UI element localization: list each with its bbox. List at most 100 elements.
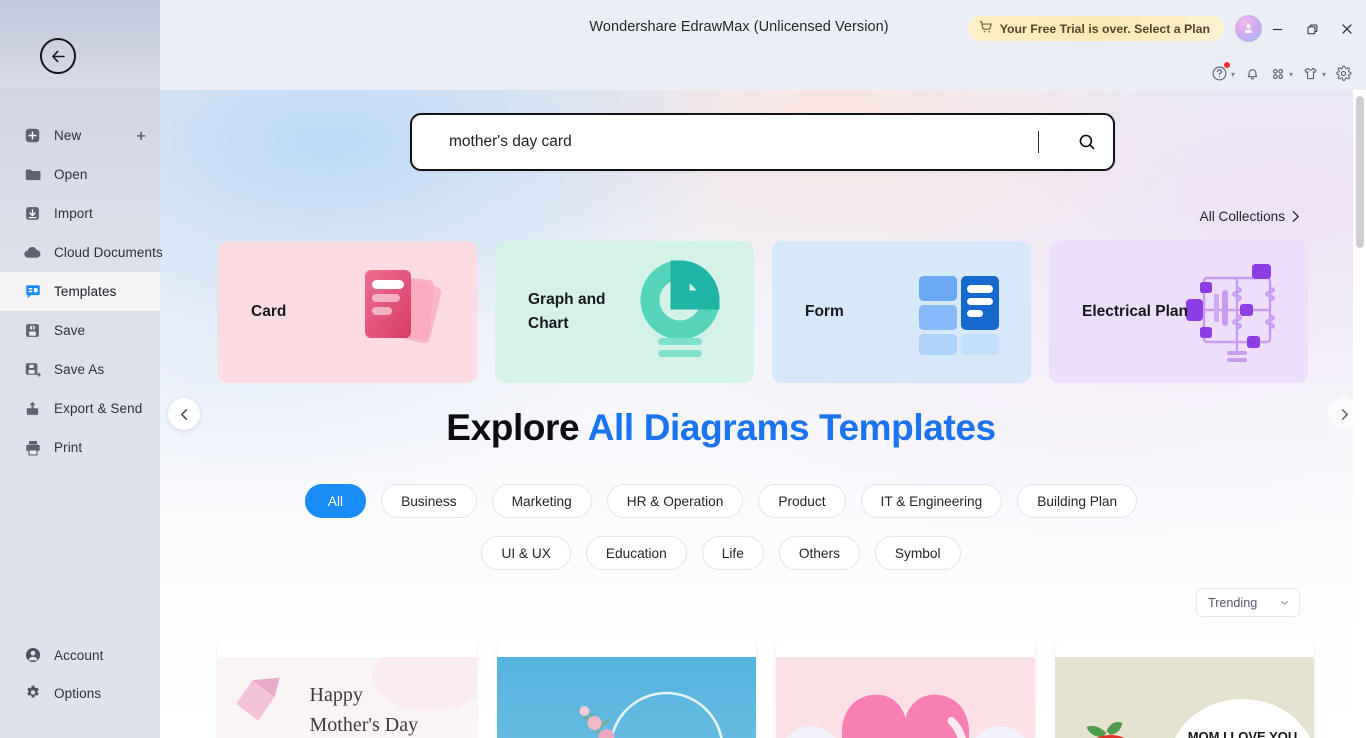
category-card-electrical-plan[interactable]: Electrical Plan: [1049, 241, 1308, 383]
settings-gear-icon[interactable]: [1333, 62, 1354, 85]
search-bar[interactable]: [410, 113, 1115, 171]
filter-pill-education[interactable]: Education: [585, 536, 687, 570]
chevron-right-icon: [1341, 408, 1348, 420]
templates-icon: [23, 282, 42, 301]
sidebar-item-label: Import: [54, 206, 93, 221]
chevron-down-icon: ▾: [1230, 70, 1235, 79]
options-gear-icon: [23, 684, 42, 703]
cart-icon: [979, 20, 993, 37]
sidebar-item-save[interactable]: Save: [0, 311, 160, 350]
all-collections-link[interactable]: All Collections: [1200, 209, 1300, 224]
import-icon: [23, 204, 42, 223]
sidebar-item-options[interactable]: Options: [0, 674, 160, 712]
template-line1: MOM I LOVE YOU: [1188, 729, 1298, 738]
template-thumbnail: Happy: [776, 657, 1035, 738]
trial-banner-label: Your Free Trial is over. Select a Plan: [999, 21, 1210, 36]
pill-label: Building Plan: [1037, 493, 1118, 509]
page-title: Explore All Diagrams Templates: [160, 407, 1324, 449]
theme-shirt-icon[interactable]: ▾: [1300, 62, 1328, 85]
sidebar-main-list: New + Open Import Cloud Documents Templa…: [0, 116, 163, 467]
category-carousel: Card Graph and Chart Form Electrical Pla…: [218, 241, 1308, 383]
search-input[interactable]: [412, 133, 1038, 151]
sort-dropdown[interactable]: Trending: [1196, 588, 1300, 617]
sidebar-item-new[interactable]: New +: [0, 116, 160, 155]
sidebar-item-label: Templates: [54, 284, 117, 299]
filter-pill-it-engineering[interactable]: IT & Engineering: [860, 484, 1003, 518]
category-card-label: Form: [805, 303, 844, 320]
sidebar-item-label: Print: [54, 440, 83, 455]
sidebar-item-label: New: [54, 128, 82, 143]
card-art: [343, 252, 467, 372]
chevron-right-icon: [1292, 211, 1299, 222]
donut-art: [620, 252, 744, 372]
help-icon[interactable]: ▾: [1209, 62, 1237, 85]
filter-pill-life[interactable]: Life: [701, 536, 764, 570]
filter-pill-product[interactable]: Product: [758, 484, 846, 518]
template-card[interactable]: Happy: [497, 638, 756, 738]
category-card-label: Electrical Plan: [1082, 303, 1188, 320]
template-card[interactable]: Happy: [776, 638, 1035, 738]
filter-pill-others[interactable]: Others: [778, 536, 860, 570]
notification-bell-icon[interactable]: [1242, 62, 1263, 85]
filter-pill-symbol[interactable]: Symbol: [874, 536, 961, 570]
pill-label: Symbol: [894, 545, 941, 561]
form-art: [897, 252, 1021, 372]
template-card[interactable]: Happy Mother's Day: [218, 638, 477, 738]
filter-pill-hr-operation[interactable]: HR & Operation: [606, 484, 744, 518]
title-bar: Wondershare EdrawMax (Unlicensed Version…: [160, 0, 1366, 57]
filter-pill-marketing[interactable]: Marketing: [491, 484, 592, 518]
apps-grid-icon[interactable]: ▾: [1268, 63, 1295, 85]
sidebar-item-templates[interactable]: Templates: [0, 272, 160, 311]
filter-pill-building-plan[interactable]: Building Plan: [1017, 484, 1138, 518]
sidebar-bottom-list: Account Options: [0, 636, 160, 712]
explore-accent: All Diagrams Templates: [587, 407, 996, 448]
minimize-button[interactable]: [1264, 16, 1290, 42]
main-content: All Collections Card: [160, 90, 1366, 738]
filter-pill-all[interactable]: All: [304, 484, 367, 518]
back-button[interactable]: [40, 38, 76, 74]
save-icon: [23, 321, 42, 340]
header-icon-row: ▾ ▾ ▾: [1209, 62, 1354, 85]
all-collections-label: All Collections: [1199, 209, 1285, 224]
category-card-graph-and-chart[interactable]: Graph and Chart: [495, 241, 754, 383]
pill-label: Marketing: [511, 493, 572, 509]
sort-value: Trending: [1208, 595, 1258, 610]
avatar[interactable]: [1235, 15, 1262, 42]
sidebar-item-label: Save: [54, 323, 86, 338]
sidebar-item-export-and-send[interactable]: Export & Send: [0, 389, 160, 428]
sidebar-item-open[interactable]: Open: [0, 155, 160, 194]
pill-label: All: [327, 493, 344, 509]
scrollbar-track[interactable]: [1353, 90, 1366, 738]
filter-pill-business[interactable]: Business: [381, 484, 477, 518]
category-card-form[interactable]: Form: [772, 241, 1031, 383]
sidebar-item-account[interactable]: Account: [0, 636, 160, 674]
close-button[interactable]: [1334, 16, 1360, 42]
pill-label: Life: [721, 545, 744, 561]
template-thumbnail: Happy: [497, 657, 756, 738]
category-card-card[interactable]: Card: [218, 241, 477, 383]
cloud-icon: [23, 243, 42, 262]
save-as-icon: [23, 360, 42, 379]
search-button[interactable]: [1061, 116, 1113, 168]
scrollbar-thumb[interactable]: [1356, 96, 1364, 248]
template-line2: Mother's Day: [310, 714, 419, 736]
sidebar-item-label: Export & Send: [54, 401, 143, 416]
sidebar-item-cloud-documents[interactable]: Cloud Documents: [0, 233, 163, 272]
carousel-prev-button[interactable]: [168, 398, 200, 430]
template-card[interactable]: MOM I LOVE YOU FROM MY HEAD TO-TOES!: [1055, 638, 1314, 738]
add-new-icon[interactable]: +: [136, 127, 146, 144]
trial-banner-button[interactable]: Your Free Trial is over. Select a Plan: [967, 16, 1224, 41]
sidebar-item-label: Cloud Documents: [54, 245, 163, 260]
sidebar-item-save-as[interactable]: Save As: [0, 350, 160, 389]
template-grid: Happy Mother's Day MOM I LOVE YOU: [218, 638, 1314, 738]
sidebar-top-gradient: [0, 0, 160, 88]
sidebar-item-print[interactable]: Print: [0, 428, 160, 467]
pill-label: Education: [605, 545, 667, 561]
edrawmax-window: Wondershare EdrawMax (Unlicensed Version…: [0, 0, 1366, 738]
help-badge-dot: [1223, 62, 1230, 68]
circuit-art: [1174, 252, 1298, 372]
filter-pill-ui-ux[interactable]: UI & UX: [481, 536, 571, 570]
maximize-button[interactable]: [1299, 16, 1325, 42]
sidebar-item-import[interactable]: Import: [0, 194, 160, 233]
pill-label: HR & Operation: [626, 493, 724, 509]
